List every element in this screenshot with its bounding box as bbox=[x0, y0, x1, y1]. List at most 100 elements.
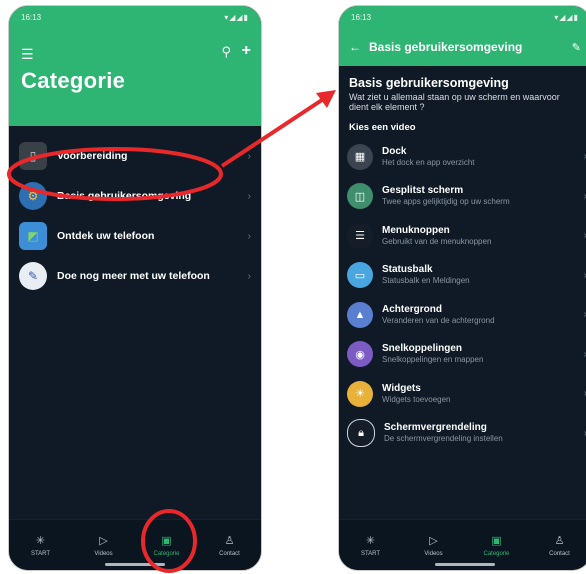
video-subtitle: Het dock en app overzicht bbox=[382, 157, 475, 167]
wallpaper-icon: ▲ bbox=[347, 301, 373, 328]
video-list: ▦ Dock Het dock en app overzicht › ◫ Ges… bbox=[339, 137, 586, 453]
bottom-navigation: ✳ START ▷ Videos ▣ Categorie ♙ Contact bbox=[339, 519, 586, 570]
nav-start[interactable]: ✳ START bbox=[346, 534, 396, 557]
chevron-right-icon: › bbox=[247, 190, 251, 202]
chevron-right-icon: › bbox=[247, 230, 251, 242]
video-title: Achtergrond bbox=[382, 303, 442, 315]
nav-label: Videos bbox=[94, 550, 113, 557]
weather-widget-icon: ☀ bbox=[347, 380, 373, 407]
video-item-gesplitst-scherm[interactable]: ◫ Gesplitst scherm Twee apps gelijktijdi… bbox=[339, 177, 586, 217]
intro-title: Basis gebruikersomgeving bbox=[349, 76, 509, 90]
video-title: Gesplitst scherm bbox=[382, 185, 464, 197]
nav-label: Contact bbox=[219, 550, 240, 557]
play-icon: ▷ bbox=[99, 534, 108, 547]
video-item-widgets[interactable]: ☀ Widgets Widgets toevoegen › bbox=[339, 374, 586, 414]
video-subtitle: Veranderen van de achtergrond bbox=[382, 315, 495, 325]
nav-contact[interactable]: ♙ Contact bbox=[535, 534, 585, 557]
nav-start[interactable]: ✳ START bbox=[16, 534, 66, 557]
nav-categorie[interactable]: ▣ Categorie bbox=[142, 534, 192, 557]
shortcuts-icon: ◉ bbox=[347, 341, 373, 368]
nav-label: Contact bbox=[549, 550, 570, 557]
nav-label: Videos bbox=[424, 550, 443, 557]
nav-label: Categorie bbox=[153, 550, 180, 557]
lock-icon: 🔒︎ bbox=[347, 419, 375, 448]
video-subtitle: Statusbalk en Meldingen bbox=[382, 276, 470, 286]
page-title: Categorie bbox=[21, 68, 126, 93]
category-label: Voorbereiding bbox=[57, 150, 128, 162]
category-item-basis-gebruikersomgeving[interactable]: ⚙ Basis gebruikersomgeving › bbox=[9, 176, 261, 216]
video-subtitle: Gebruikt van de menuknoppen bbox=[382, 236, 492, 246]
phone-icon: ▯ bbox=[19, 142, 47, 170]
status-bar: 16:13 ▾◢◢▮ bbox=[9, 6, 261, 28]
category-icon: ▣ bbox=[161, 534, 172, 547]
video-item-snelkoppelingen[interactable]: ◉ Snelkoppelingen Snelkoppelingen en map… bbox=[339, 335, 586, 375]
nav-contact[interactable]: ♙ Contact bbox=[205, 534, 255, 557]
statusbar-icon: ▭ bbox=[347, 262, 373, 289]
status-time: 16:13 bbox=[21, 12, 42, 22]
menu-icon: ☰ bbox=[347, 222, 373, 249]
video-item-statusbalk[interactable]: ▭ Statusbalk Statusbalk en Meldingen › bbox=[339, 256, 586, 296]
gear-badge-icon: ⚙ bbox=[19, 182, 47, 210]
video-subtitle: De schermvergrendeling instellen bbox=[384, 434, 503, 444]
grid-icon: ▦ bbox=[347, 143, 373, 170]
status-bar: 16:13 ▾◢◢▮ bbox=[339, 6, 586, 28]
annotation-arrow-head bbox=[316, 90, 336, 108]
phone-screen-categorie: 16:13 ▾◢◢▮ ☰ ⚲ + Categorie ▯ Voorbereidi… bbox=[8, 5, 262, 571]
video-title: Menuknoppen bbox=[382, 224, 450, 236]
header: 16:13 ▾◢◢▮ ☰ ⚲ + Categorie bbox=[9, 6, 261, 126]
video-title: Statusbalk bbox=[382, 264, 433, 276]
video-title: Snelkoppelingen bbox=[382, 343, 463, 355]
video-subtitle: Twee apps gelijktijdig op uw scherm bbox=[382, 197, 510, 207]
intro-section: Basis gebruikersomgeving Wat ziet u alle… bbox=[339, 66, 586, 112]
hamburger-menu-icon[interactable]: ☰ bbox=[21, 46, 34, 63]
play-icon: ▷ bbox=[429, 534, 438, 547]
nav-categorie[interactable]: ▣ Categorie bbox=[472, 534, 522, 557]
nav-label: START bbox=[360, 550, 381, 557]
video-subtitle: Snelkoppelingen en mappen bbox=[382, 355, 484, 365]
video-item-achtergrond[interactable]: ▲ Achtergrond Veranderen van de achtergr… bbox=[339, 295, 586, 335]
video-item-dock[interactable]: ▦ Dock Het dock en app overzicht › bbox=[339, 137, 586, 177]
person-icon: ♙ bbox=[224, 534, 235, 547]
map-icon: ◩ bbox=[19, 222, 47, 250]
nav-label: START bbox=[30, 550, 51, 557]
home-indicator[interactable] bbox=[105, 563, 165, 566]
header-title: Basis gebruikersomgeving bbox=[369, 40, 523, 54]
phone-screen-basis-gebruikersomgeving: 16:13 ▾◢◢▮ ← Basis gebruikersomgeving ✎ … bbox=[338, 5, 586, 571]
video-title: Schermvergrendeling bbox=[384, 422, 487, 434]
nav-videos[interactable]: ▷ Videos bbox=[79, 534, 129, 557]
nav-label: Categorie bbox=[483, 550, 510, 557]
intro-subtitle: Wat ziet u allemaal staan op uw scherm e… bbox=[349, 92, 560, 112]
person-icon: ♙ bbox=[554, 534, 565, 547]
sparkle-icon: ✳ bbox=[365, 534, 376, 547]
category-label: Basis gebruikersomgeving bbox=[57, 190, 192, 202]
home-indicator[interactable] bbox=[435, 563, 495, 566]
search-icon[interactable]: ⚲ bbox=[221, 44, 231, 60]
tools-icon: ✎ bbox=[19, 262, 47, 290]
video-item-menuknoppen[interactable]: ☰ Menuknoppen Gebruikt van de menuknoppe… bbox=[339, 216, 586, 256]
chevron-right-icon: › bbox=[247, 150, 251, 162]
nav-videos[interactable]: ▷ Videos bbox=[409, 534, 459, 557]
chevron-right-icon: › bbox=[247, 270, 251, 282]
sparkle-icon: ✳ bbox=[35, 534, 46, 547]
pencil-icon[interactable]: ✎ bbox=[572, 41, 581, 54]
header: 16:13 ▾◢◢▮ ← Basis gebruikersomgeving ✎ bbox=[339, 6, 586, 66]
category-item-doe-nog-meer[interactable]: ✎ Doe nog meer met uw telefoon › bbox=[9, 256, 261, 296]
video-subtitle: Widgets toevoegen bbox=[382, 394, 451, 404]
back-arrow-icon[interactable]: ← bbox=[349, 40, 361, 54]
category-item-ontdek-uw-telefoon[interactable]: ◩ Ontdek uw telefoon › bbox=[9, 216, 261, 256]
category-label: Ontdek uw telefoon bbox=[57, 230, 155, 242]
video-title: Dock bbox=[382, 145, 407, 157]
status-time: 16:13 bbox=[351, 12, 372, 22]
bottom-navigation: ✳ START ▷ Videos ▣ Categorie ♙ Contact bbox=[9, 519, 261, 570]
category-icon: ▣ bbox=[491, 534, 502, 547]
category-list: ▯ Voorbereiding › ⚙ Basis gebruikersomge… bbox=[9, 126, 261, 296]
split-screen-icon: ◫ bbox=[347, 183, 373, 210]
section-heading: Kies een video bbox=[349, 122, 416, 133]
add-icon[interactable]: + bbox=[242, 42, 251, 60]
status-signal-icons: ▾◢◢▮ bbox=[224, 12, 249, 22]
video-item-schermvergrendeling[interactable]: 🔒︎ Schermvergrendeling De schermvergrend… bbox=[339, 414, 586, 454]
status-signal-icons: ▾◢◢▮ bbox=[554, 12, 579, 22]
category-label: Doe nog meer met uw telefoon bbox=[57, 270, 210, 282]
category-item-voorbereiding[interactable]: ▯ Voorbereiding › bbox=[9, 136, 261, 176]
video-title: Widgets bbox=[382, 382, 421, 394]
